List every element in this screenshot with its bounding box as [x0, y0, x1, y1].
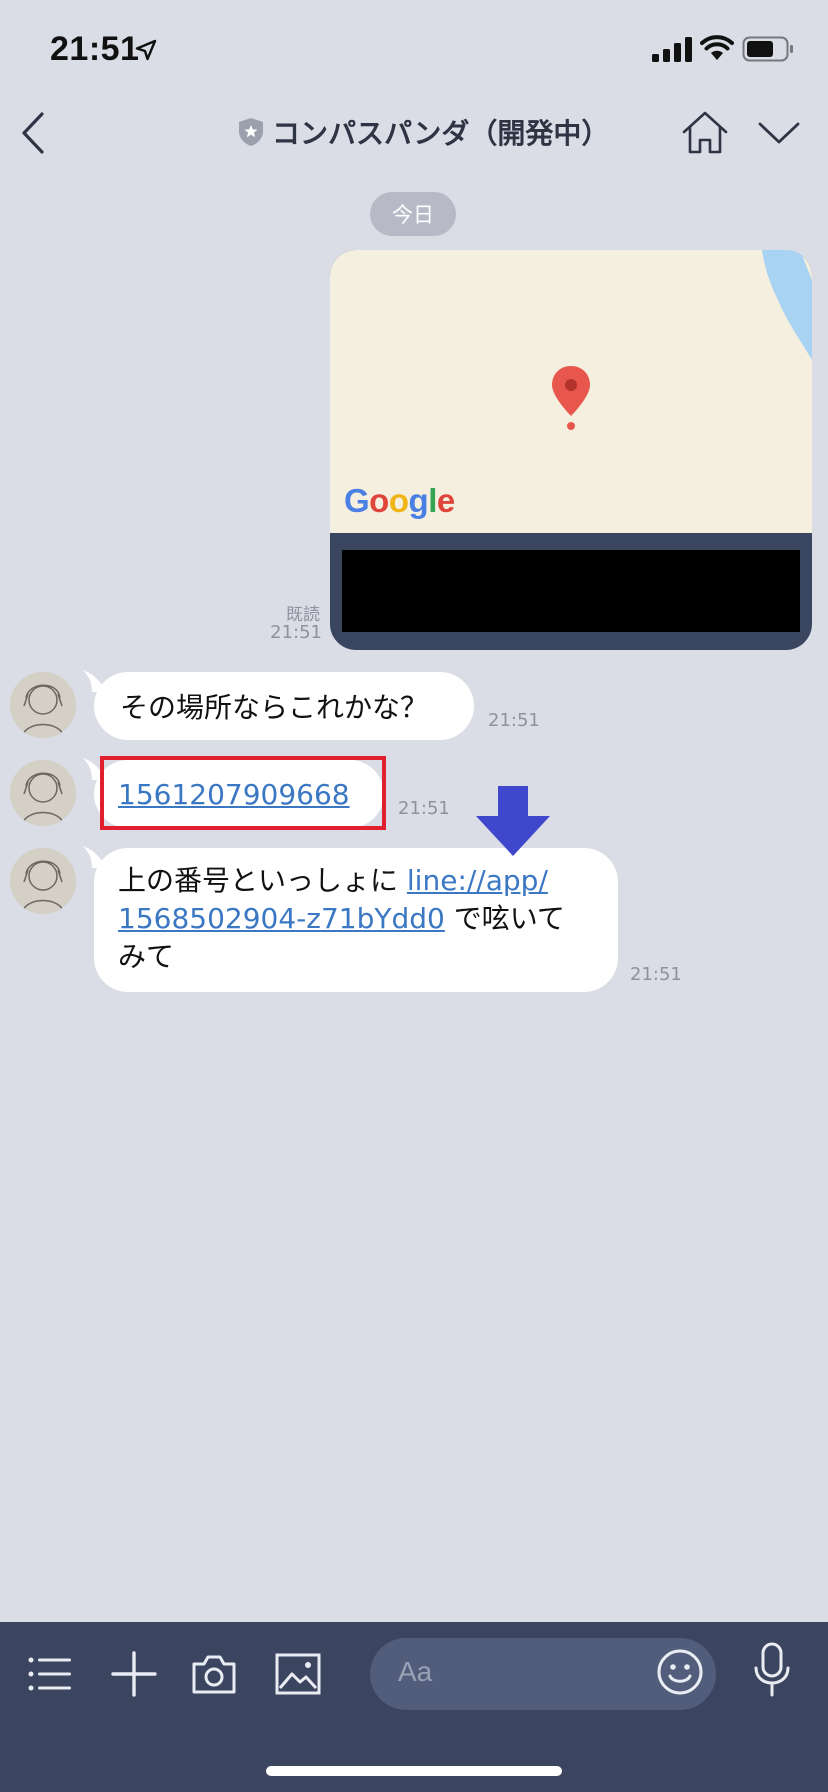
chat-title: コンパスパンダ（開発中） [272, 117, 610, 150]
highlight-box [100, 756, 386, 830]
message-text: その場所ならこれかな？ [120, 691, 429, 724]
message-link[interactable]: 1568502904-z71bYdd0 [118, 902, 445, 935]
microphone-icon[interactable] [752, 1642, 792, 1698]
message-time: 21:51 [398, 798, 450, 819]
message-bubble[interactable]: 上の番号といっしょに line://app/ 1568502904-z71bYd… [94, 848, 618, 992]
google-logo: Google [344, 482, 455, 519]
message-text: みて [118, 940, 175, 973]
chevron-down-icon[interactable] [756, 118, 802, 148]
message-bubble[interactable]: その場所ならこれかな？ [94, 672, 474, 740]
emoji-icon[interactable] [656, 1648, 704, 1696]
verified-shield-icon [239, 118, 263, 146]
message-link[interactable]: line://app/ [407, 864, 548, 897]
avatar[interactable] [10, 848, 76, 914]
chat-header[interactable]: コンパスパンダ（開発中） [238, 112, 609, 152]
avatar-sketch [10, 848, 76, 914]
message-text: 上の番号といっしょに [118, 864, 407, 897]
cellular-signal-icon [652, 37, 692, 62]
avatar-sketch [10, 672, 76, 738]
map-thumbnail: Google [330, 250, 812, 533]
annotation-arrow-icon [476, 786, 550, 856]
map-pin-icon [552, 366, 590, 430]
home-indicator [266, 1766, 562, 1776]
menu-list-icon[interactable] [26, 1650, 74, 1698]
wifi-icon [700, 35, 734, 60]
home-icon[interactable] [680, 110, 730, 156]
message-time: 21:51 [488, 710, 540, 731]
message-input-placeholder: Aa [398, 1656, 433, 1687]
redacted-address [342, 550, 800, 632]
plus-icon[interactable] [110, 1650, 158, 1698]
avatar[interactable] [10, 760, 76, 826]
back-chevron-icon[interactable] [12, 108, 56, 158]
image-icon[interactable] [274, 1650, 322, 1698]
battery-icon [742, 36, 793, 62]
location-message[interactable]: Google [330, 250, 812, 650]
avatar-sketch [10, 760, 76, 826]
message-text: で呟いて [444, 902, 565, 935]
camera-icon[interactable] [190, 1650, 238, 1698]
message-time: 21:51 [270, 622, 322, 643]
status-time: 21:51 [50, 30, 140, 68]
date-separator: 今日 [370, 192, 456, 236]
message-time: 21:51 [630, 964, 682, 985]
avatar[interactable] [10, 672, 76, 738]
location-arrow-icon [135, 39, 157, 61]
